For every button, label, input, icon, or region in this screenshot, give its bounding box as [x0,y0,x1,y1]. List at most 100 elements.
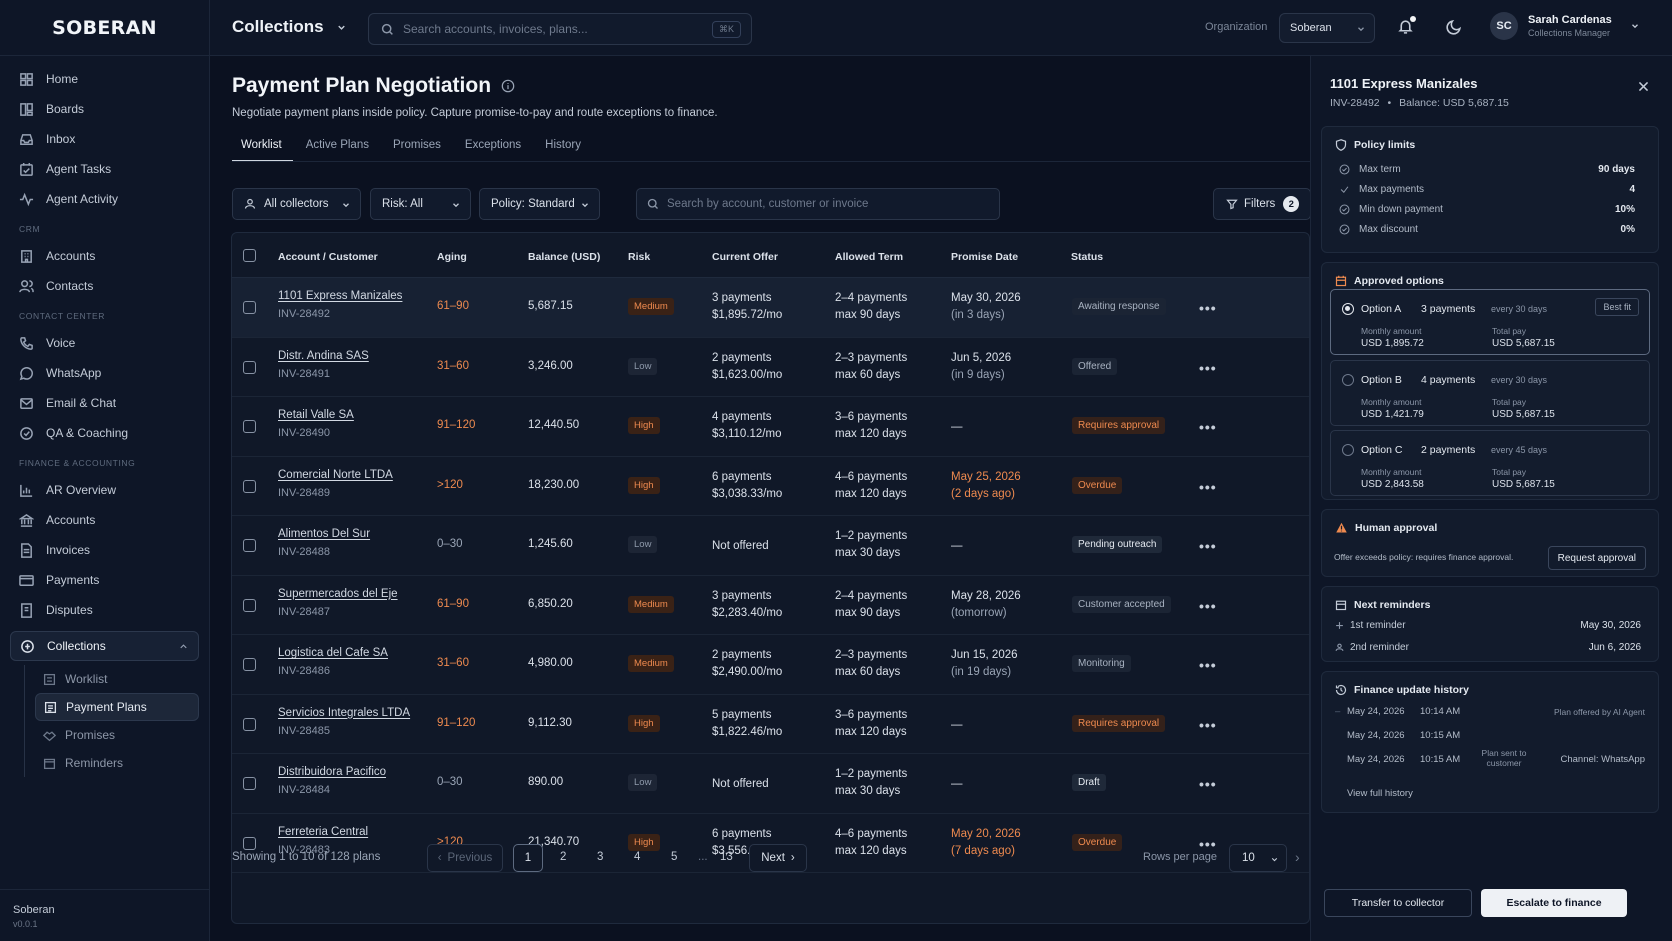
row-checkbox[interactable] [243,777,256,790]
account-link[interactable]: Ferreteria Central [278,826,368,838]
collectors-dropdown[interactable]: All collectors [232,188,361,220]
page-4-button[interactable]: 4 [634,851,640,863]
previous-button[interactable]: ‹ Previous [427,844,503,872]
risk-dropdown[interactable]: Risk: All [370,188,471,220]
option-radio[interactable] [1342,374,1354,386]
page-1-button[interactable]: 1 [513,844,543,872]
org-select[interactable]: Soberan [1279,13,1375,43]
account-link[interactable]: 1101 Express Manizales [278,290,402,302]
transfer-to-collector-button[interactable]: Transfer to collector [1324,889,1472,917]
table-row[interactable]: Retail Valle SA INV-28490 91–120 12,440.50 H… [232,397,1309,457]
row-checkbox[interactable] [243,598,256,612]
table-row[interactable]: Comercial Norte LTDA INV-28489 >120 18,230.… [232,457,1309,516]
sidebar-item-whatsapp[interactable]: WhatsApp [10,358,199,388]
next-button[interactable]: Next › [749,844,807,872]
info-icon[interactable] [501,79,515,93]
row-checkbox[interactable] [243,479,256,493]
table-row[interactable]: Logistica del Cafe SA INV-28486 31–60 4,980… [232,635,1309,695]
table-row[interactable]: 1101 Express Manizales INV-28492 61–90 5,68… [232,278,1309,338]
account-link[interactable]: Distr. Andina SAS [278,350,369,362]
tab-history[interactable]: History [536,130,592,162]
more-actions-icon[interactable]: ••• [1199,657,1217,673]
account-link[interactable]: Servicios Integrales LTDA [278,707,410,719]
rows-per-page-select[interactable]: 10 [1229,844,1287,872]
row-checkbox[interactable] [243,717,256,731]
sidebar-item-payments[interactable]: Payments [10,565,199,595]
more-actions-icon[interactable]: ••• [1199,360,1217,376]
row-checkbox[interactable] [243,539,256,552]
sidebar-item-inbox[interactable]: Inbox [10,124,199,154]
theme-toggle[interactable] [1446,18,1463,38]
account-link[interactable]: Logistica del Cafe SA [278,647,388,659]
module-switcher[interactable]: Collections [232,17,347,37]
row-checkbox[interactable] [243,658,256,671]
subnav-promises[interactable]: Promises [35,721,199,749]
col-offer[interactable]: Current Offer [712,251,778,263]
user-menu[interactable]: SC Sarah Cardenas Collections Manager [1490,12,1640,40]
sidebar-item-contacts[interactable]: Contacts [10,271,199,301]
page-13-button[interactable]: 13 [720,851,733,863]
sidebar-item-home[interactable]: Home [10,64,199,94]
more-actions-icon[interactable]: ••• [1199,419,1217,435]
sidebar-item-fin-accounts[interactable]: Accounts [10,505,199,535]
account-link[interactable]: Supermercados del Eje [278,588,398,600]
policy-dropdown[interactable]: Policy: Standard [479,188,600,220]
account-link[interactable]: Comercial Norte LTDA [278,469,393,481]
sidebar-item-agent-activity[interactable]: Agent Activity [10,184,199,214]
col-account[interactable]: Account / Customer [278,251,378,263]
close-panel-button[interactable] [1637,80,1650,96]
table-row[interactable]: Servicios Integrales LTDA INV-28485 91–120… [232,695,1309,754]
table-row[interactable]: Supermercados del Eje INV-28487 61–90 6,850… [232,576,1309,635]
col-balance[interactable]: Balance (USD) [528,251,600,263]
row-checkbox[interactable] [243,420,256,433]
sidebar-item-collections[interactable]: Collections [10,631,199,661]
col-risk[interactable]: Risk [628,251,650,263]
sidebar-item-agent-tasks[interactable]: Agent Tasks [10,154,199,184]
more-actions-icon[interactable]: ••• [1199,717,1217,733]
view-full-history-link[interactable]: View full history [1347,788,1413,799]
global-search-input[interactable] [403,22,693,36]
sidebar-item-crm-accounts[interactable]: Accounts [10,241,199,271]
sidebar-item-disputes[interactable]: Disputes [10,595,199,625]
account-link[interactable]: Alimentos Del Sur [278,528,370,540]
col-promise[interactable]: Promise Date [951,251,1018,263]
sidebar-item-voice[interactable]: Voice [10,328,199,358]
subnav-reminders[interactable]: Reminders [35,749,199,777]
more-actions-icon[interactable]: ••• [1199,300,1217,316]
more-actions-icon[interactable]: ••• [1199,479,1217,495]
col-status[interactable]: Status [1071,251,1103,263]
sidebar-item-ar-overview[interactable]: AR Overview [10,475,199,505]
sidebar-item-qa-coaching[interactable]: QA & Coaching [10,418,199,448]
table-row[interactable]: Distr. Andina SAS INV-28491 31–60 3,246.00 L… [232,338,1309,397]
col-term[interactable]: Allowed Term [835,251,903,263]
subnav-worklist[interactable]: Worklist [35,665,199,693]
col-aging[interactable]: Aging [437,251,467,263]
request-approval-button[interactable]: Request approval [1547,546,1646,570]
tab-exceptions[interactable]: Exceptions [456,130,532,162]
option-radio[interactable] [1342,444,1354,456]
option-card[interactable]: Option B 4 payments every 30 days Monthly a… [1330,360,1650,426]
table-row[interactable]: Distribuidora Pacifico INV-28484 0–30 890.0… [232,754,1309,814]
more-actions-icon[interactable]: ••• [1199,598,1217,614]
account-link[interactable]: Retail Valle SA [278,409,354,421]
filters-button[interactable]: Filters 2 [1213,188,1311,220]
sidebar-item-invoices[interactable]: Invoices [10,535,199,565]
page-3-button[interactable]: 3 [597,851,603,863]
table-search-input[interactable] [667,198,987,210]
page-2-button[interactable]: 2 [560,851,566,863]
tab-active-plans[interactable]: Active Plans [297,130,380,162]
row-checkbox[interactable] [243,360,256,374]
tab-worklist[interactable]: Worklist [232,130,293,162]
notifications-button[interactable] [1397,16,1416,38]
page-5-button[interactable]: 5 [671,851,677,863]
select-all-checkbox[interactable] [243,249,256,262]
account-link[interactable]: Distribuidora Pacifico [278,766,386,778]
sidebar-item-email-chat[interactable]: Email & Chat [10,388,199,418]
tab-promises[interactable]: Promises [384,130,452,162]
more-actions-icon[interactable]: ••• [1199,776,1217,792]
sidebar-item-boards[interactable]: Boards [10,94,199,124]
chevron-right-icon[interactable]: › [1295,849,1300,865]
option-card[interactable]: Option A 3 payments every 30 days Best fit M… [1330,289,1650,355]
more-actions-icon[interactable]: ••• [1199,538,1217,554]
subnav-payment-plans[interactable]: Payment Plans [35,693,199,721]
